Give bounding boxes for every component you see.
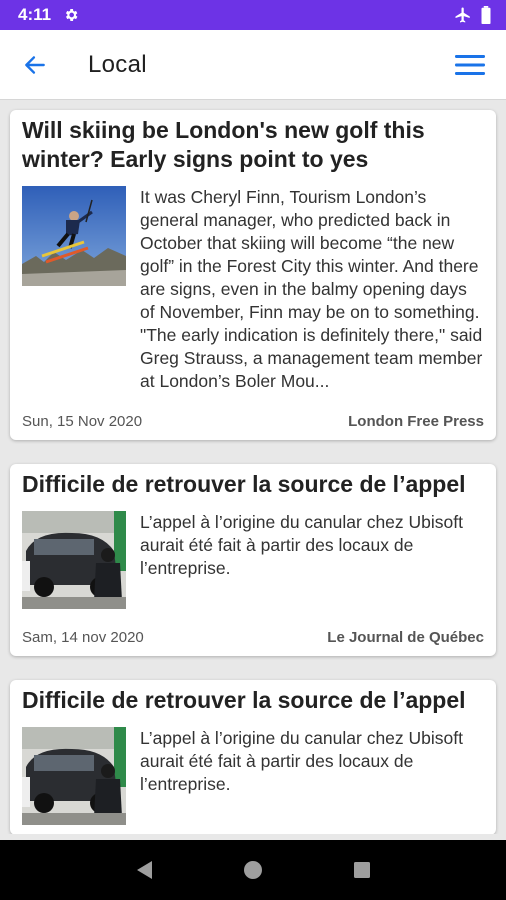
article-body: L’appel à l’origine du canular chez Ubis… — [22, 511, 484, 609]
article-footer: Sun, 15 Nov 2020 London Free Press — [22, 413, 484, 430]
article-body: L’appel à l’origine du canular chez Ubis… — [22, 727, 484, 825]
article-date: Sam, 14 nov 2020 — [22, 629, 144, 646]
article-body: It was Cheryl Finn, Tourism London’s gen… — [22, 186, 484, 393]
airplane-icon — [455, 7, 470, 23]
page-title: Local — [88, 50, 147, 78]
article-source: Le Journal de Québec — [327, 629, 484, 646]
article-excerpt: It was Cheryl Finn, Tourism London’s gen… — [140, 187, 483, 391]
system-nav-bar — [0, 840, 506, 900]
article-thumbnail — [22, 727, 126, 825]
article-title: Difficile de retrouver la source de l’ap… — [22, 687, 466, 713]
hamburger-menu-icon — [455, 54, 485, 75]
article-card[interactable]: Will skiing be London's new golf this wi… — [10, 110, 496, 440]
square-recents-icon — [353, 862, 370, 878]
article-date: Sun, 15 Nov 2020 — [22, 413, 143, 430]
article-thumbnail — [22, 511, 126, 609]
status-icons — [454, 6, 492, 24]
gear-icon — [66, 9, 78, 21]
article-title: Will skiing be London's new golf this wi… — [22, 117, 425, 172]
article-card[interactable]: Difficile de retrouver la source de l’ap… — [10, 680, 496, 834]
article-excerpt: L’appel à l’origine du canular chez Ubis… — [140, 728, 463, 794]
article-source: London Free Press — [348, 413, 484, 430]
status-time: 4:11 — [18, 5, 52, 24]
nav-back-button[interactable] — [124, 850, 164, 890]
news-feed[interactable]: Will skiing be London's new golf this wi… — [0, 100, 506, 834]
app-bar: Local — [0, 30, 506, 100]
article-footer: Sam, 14 nov 2020 Le Journal de Québec — [22, 629, 484, 646]
back-button[interactable] — [16, 46, 54, 84]
circle-home-icon — [243, 861, 262, 879]
menu-button[interactable] — [450, 45, 490, 85]
battery-icon — [481, 6, 491, 24]
article-thumbnail — [22, 186, 126, 286]
nav-recents-button[interactable] — [342, 850, 382, 890]
nav-home-button[interactable] — [233, 850, 273, 890]
arrow-left-icon — [25, 55, 45, 74]
article-card[interactable]: Difficile de retrouver la source de l’ap… — [10, 464, 496, 656]
article-title: Difficile de retrouver la source de l’ap… — [22, 471, 466, 497]
status-bar: 4:11 — [0, 0, 506, 30]
article-excerpt: L’appel à l’origine du canular chez Ubis… — [140, 512, 463, 578]
triangle-back-icon — [137, 861, 153, 879]
